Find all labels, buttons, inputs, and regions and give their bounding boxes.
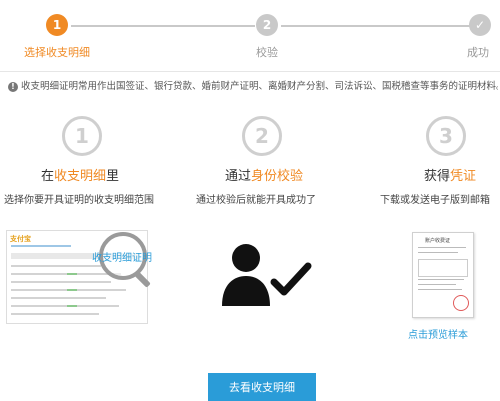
column-2-desc: 通过校验后就能开具成功了 [196,195,316,206]
step-1-label: 选择收支明细 [24,46,90,59]
certificate-document[interactable]: 账户收费证 [412,232,474,318]
alipay-logo: 支付宝 [10,235,31,243]
document-title: 账户收费证 [425,238,451,244]
step-connector [281,25,470,27]
step-2-label: 校验 [256,46,278,59]
column-3-desc: 下载或发送电子版到邮箱 [380,195,490,206]
step-connector [71,25,255,27]
preview-sample-link[interactable]: 点击预览样本 [408,326,468,341]
column-1-desc: 选择你要开具证明的收支明细范围 [4,195,154,206]
info-icon: ! [8,81,18,92]
check-icon: ✓ [474,18,486,32]
step-1-indicator: 1 [46,14,68,36]
seal-stamp [453,295,469,311]
user-verified-icon [222,244,312,306]
step-number-2-icon: 2 [242,116,282,156]
step-3-indicator: ✓ [469,14,491,36]
step-2-indicator: 2 [256,14,278,36]
magnifier-text: 收支明细证明 [92,253,152,264]
column-1-title: 在收支明细里 [40,169,120,184]
view-transactions-button[interactable]: 去看收支明细 [208,373,316,401]
column-2-title: 通过身份校验 [224,169,304,184]
divider [0,71,500,72]
notice-text: ! 收支明细证明常用作出国签证、银行贷款、婚前财产证明、离婚财产分割、司法诉讼、国… [8,78,498,92]
column-3-title: 获得凭证 [423,169,477,184]
step-3-label: 成功 [467,46,489,59]
step-number-1-icon: 1 [62,116,102,156]
step-number-3-icon: 3 [426,116,466,156]
